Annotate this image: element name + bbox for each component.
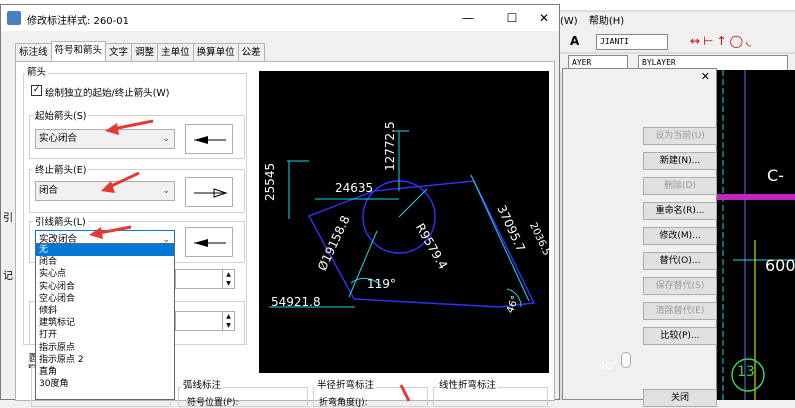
list-item[interactable]: 空心闭合 [36, 293, 174, 305]
dim-54921: 54921.8 [271, 295, 321, 309]
symbol-position-label: 符号位置(P): [187, 398, 239, 408]
leader-arrow-dropdown-list[interactable]: 无 闭合 实心点 实心闭合 空心闭合 倾斜 建筑标记 打开 指示原点 指示原点 … [35, 243, 175, 400]
dim-24635: 24635 [335, 181, 374, 195]
dimension-preview: 25545 12772.5 24635 37095.7 2036.5 Ø1915… [259, 71, 617, 373]
app-icon [7, 11, 21, 25]
rename-style-button[interactable]: 重命名(R)... [643, 202, 717, 220]
arrows-group-label: 箭头 [25, 64, 49, 78]
left-label-mark: 记 [3, 271, 13, 282]
independent-arrows-checkbox[interactable]: ✓ [31, 85, 42, 96]
chevron-down-icon: ⌄ [162, 134, 170, 144]
list-item[interactable]: 指示原点 [36, 342, 174, 354]
dim-angle-40: 40° [599, 361, 617, 372]
left-label-leader: 引 [3, 213, 13, 224]
list-item[interactable]: 无 [36, 244, 174, 257]
tab-fit[interactable]: 调整 [131, 43, 159, 61]
modify-style-button[interactable]: 修改(M)... [643, 227, 717, 245]
canvas-label-13: 13 [737, 364, 755, 380]
start-arrow-preview [185, 124, 233, 154]
tab-alternate-units[interactable]: 换算单位 [192, 43, 239, 61]
tab-tolerances[interactable]: 公差 [237, 43, 265, 61]
list-item[interactable]: 实心点 [36, 268, 174, 280]
list-item[interactable]: 打开 [36, 329, 174, 341]
dimension-style-manager: ✕ 设为当前(U) 新建(N)... 删除(D) 重命名(R)... 修改(M)… [562, 68, 717, 407]
dim-angle-119: 119° [367, 277, 396, 291]
tab-symbols-arrows[interactable]: 符号和箭头 [50, 41, 107, 61]
list-item[interactable]: 指示原点 2 [36, 354, 174, 366]
start-arrow-select[interactable]: 实心闭合 ⌄ [35, 129, 175, 149]
font-combo[interactable]: JIANTI [596, 34, 668, 50]
list-item[interactable]: 直角 [36, 366, 174, 378]
list-item[interactable]: 30度角 [36, 378, 174, 390]
canvas-label-600: 600 [765, 256, 795, 275]
close-button[interactable]: 关闭 [643, 389, 717, 407]
clear-override-button[interactable]: 清除替代(E) [643, 302, 717, 320]
drawing-canvas[interactable]: C- 600 13 [715, 70, 795, 400]
list-item[interactable]: 建筑标记 [36, 317, 174, 329]
radius-jog-group-label: 半径折弯标注 [315, 377, 377, 391]
arrow-size-spinner[interactable]: ▲ ▼ [175, 269, 235, 289]
end-arrow-preview [185, 177, 233, 207]
delete-style-button[interactable]: 删除(D) [643, 177, 717, 195]
close-icon[interactable]: ✕ [701, 70, 710, 83]
center-mark-spinner[interactable]: ▲ ▼ [175, 311, 235, 331]
minimize-icon[interactable]: — [453, 9, 483, 27]
start-arrow-label: 起始箭头(S) [33, 108, 89, 122]
app-toolbar: A JIANTI ↔⊢↑◯◟ [560, 32, 795, 52]
maximize-icon[interactable]: ☐ [497, 9, 527, 27]
leader-arrow-preview [185, 227, 233, 257]
tab-lines[interactable]: 标注线 [15, 43, 52, 61]
dimension-tool-icons[interactable]: ↔⊢↑◯◟ [690, 34, 754, 48]
app-menu-bar: (W) 帮助(H) [560, 12, 795, 32]
save-override-button[interactable]: 保存替代(S) [643, 277, 717, 295]
independent-arrows-label: 绘制独立的起始/终止箭头(W) [45, 88, 170, 99]
set-current-button[interactable]: 设为当前(U) [643, 127, 717, 145]
linear-jog-group-label: 线性折弯标注 [437, 377, 499, 391]
list-item[interactable]: 倾斜 [36, 305, 174, 317]
leader-arrow-label: 引线箭头(L) [33, 214, 88, 228]
dim-25545: 25545 [263, 162, 277, 201]
scroll-indicator[interactable] [621, 352, 631, 368]
chevron-down-icon: ⌄ [162, 186, 170, 196]
tab-text[interactable]: 文字 [105, 43, 133, 61]
new-style-button[interactable]: 新建(N)... [643, 152, 717, 170]
canvas-label-c: C- [767, 166, 784, 185]
dialog-title-bar: 修改标注样式: 260-01 — ☐ ✕ [1, 5, 559, 31]
close-icon[interactable]: ✕ [529, 9, 559, 27]
list-item[interactable]: 实心闭合 [36, 281, 174, 293]
list-item[interactable]: 闭合 [36, 256, 174, 268]
end-arrow-label: 终止箭头(E) [33, 162, 89, 176]
menu-help[interactable]: 帮助(H) [589, 16, 624, 27]
override-style-button[interactable]: 替代(O)... [643, 252, 717, 270]
jog-angle-label: 折弯角度(J): [319, 398, 368, 408]
end-arrow-select[interactable]: 闭合 ⌄ [35, 181, 175, 201]
tab-primary-units[interactable]: 主单位 [157, 43, 194, 61]
compare-style-button[interactable]: 比较(P)... [643, 327, 717, 345]
arc-group-label: 弧线标注 [181, 377, 224, 391]
tab-bar: 标注线 符号和箭头 文字 调整 主单位 换算单位 公差 [15, 41, 265, 61]
dialog-title: 修改标注样式: 260-01 [27, 16, 129, 27]
dim-12772: 12772.5 [383, 121, 397, 171]
menu-window[interactable]: (W) [560, 16, 578, 27]
font-style-icon[interactable]: A [570, 34, 579, 48]
